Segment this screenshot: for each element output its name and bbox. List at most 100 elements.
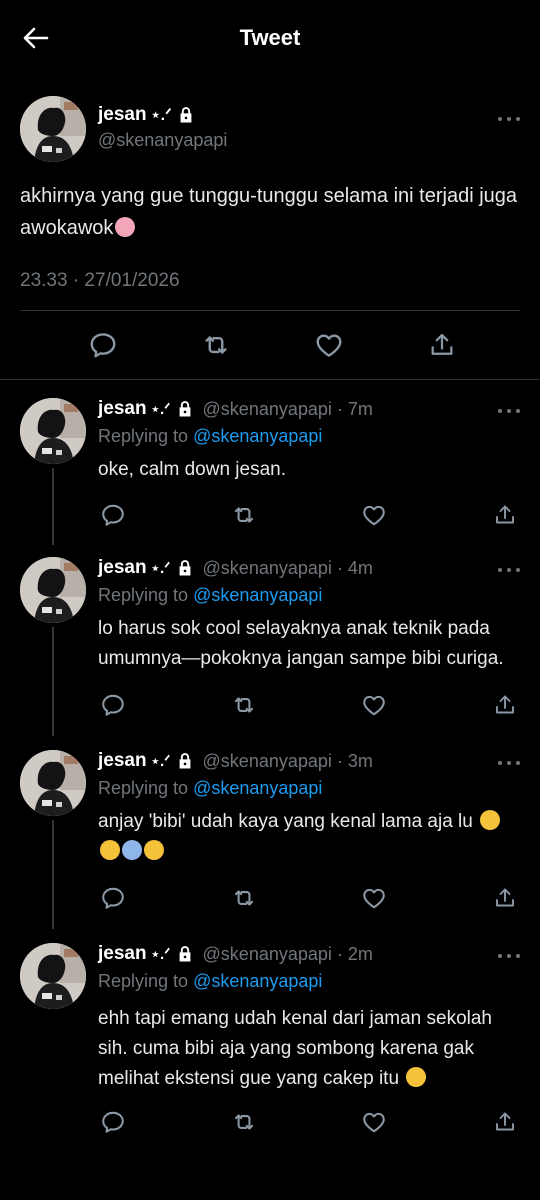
reply-tweet[interactable]: jesan ⋆.ᐟ @skenanyapapi · 7m Replying to … <box>0 380 540 545</box>
thread-line <box>52 468 54 545</box>
emoji <box>115 217 136 237</box>
tweet-actions <box>20 311 520 379</box>
retweet-icon <box>231 502 257 528</box>
share-icon <box>493 693 517 717</box>
reply-button[interactable] <box>98 1107 128 1137</box>
share-icon <box>428 331 456 359</box>
user-handle[interactable]: @skenanyapapi · 2m <box>203 944 373 965</box>
share-button[interactable] <box>490 883 520 913</box>
retweet-button[interactable] <box>229 500 259 530</box>
retweet-button[interactable] <box>229 690 259 720</box>
avatar[interactable] <box>20 750 86 816</box>
emoji <box>100 840 120 860</box>
reply-tweet[interactable]: jesan ⋆.ᐟ @skenanyapapi · 4m Replying to … <box>0 545 540 736</box>
display-name[interactable]: jesan ⋆.ᐟ <box>98 557 195 579</box>
avatar[interactable] <box>20 557 86 623</box>
emoji <box>122 840 142 860</box>
heart-icon <box>361 692 387 718</box>
replying-to: Replying to @skenanyapapi <box>98 585 323 605</box>
more-options-button[interactable] <box>498 951 520 961</box>
heart-icon <box>361 885 387 911</box>
comment-icon <box>100 692 126 718</box>
top-bar: Tweet <box>0 0 540 78</box>
display-name[interactable]: jesan ⋆.ᐟ <box>98 104 227 126</box>
heart-icon <box>361 502 387 528</box>
reply-button[interactable] <box>98 500 128 530</box>
like-button[interactable] <box>359 690 389 720</box>
tweet-text: oke, calm down jesan. <box>98 459 286 480</box>
retweet-icon <box>201 330 231 360</box>
avatar[interactable] <box>20 96 86 162</box>
tweet-text: lo harus sok cool selayaknya anak teknik… <box>98 618 504 669</box>
share-button[interactable] <box>422 325 462 365</box>
comment-icon <box>100 885 126 911</box>
more-icon <box>498 954 502 958</box>
replying-to: Replying to @skenanyapapi <box>98 778 323 798</box>
emoji <box>480 810 501 830</box>
emoji <box>144 840 164 860</box>
share-button[interactable] <box>490 1107 520 1137</box>
replying-to-link[interactable]: @skenanyapapi <box>193 585 322 605</box>
main-tweet: jesan ⋆.ᐟ @skenanyapapi akhirnya yang gue… <box>0 78 540 379</box>
replying-to-link[interactable]: @skenanyapapi <box>193 778 322 798</box>
share-button[interactable] <box>490 500 520 530</box>
lock-icon <box>175 944 195 964</box>
avatar[interactable] <box>20 943 86 1009</box>
page-title: Tweet <box>239 25 301 50</box>
tweet-actions <box>98 674 520 736</box>
replying-to: Replying to @skenanyapapi <box>98 971 323 991</box>
more-icon <box>498 117 502 121</box>
reply-tweet[interactable]: jesan ⋆.ᐟ @skenanyapapi · 2m Replying to … <box>0 929 540 1150</box>
tweet-text: akhirnya yang gue tunggu-tunggu selama i… <box>20 185 518 239</box>
like-button[interactable] <box>359 1107 389 1137</box>
tweet-text: anjay 'bibi' udah kaya yang kenal lama a… <box>98 807 520 867</box>
thread-line <box>52 820 54 929</box>
more-icon <box>498 409 502 413</box>
user-handle[interactable]: @skenanyapapi · 3m <box>203 751 373 772</box>
reply-button[interactable] <box>83 325 123 365</box>
tweet-actions <box>98 867 520 929</box>
tweet-actions <box>98 485 520 545</box>
user-handle[interactable]: @skenanyapapi · 7m <box>203 399 373 420</box>
avatar[interactable] <box>20 398 86 464</box>
retweet-button[interactable] <box>229 1107 259 1137</box>
share-icon <box>493 1110 517 1134</box>
thread-line <box>52 627 54 736</box>
tweet-actions <box>98 1094 520 1150</box>
replying-to-link[interactable]: @skenanyapapi <box>193 971 322 991</box>
like-button[interactable] <box>359 883 389 913</box>
tweet-text: ehh tapi emang udah kenal dari jaman sek… <box>98 1008 492 1089</box>
retweet-icon <box>231 692 257 718</box>
replying-to: Replying to @skenanyapapi <box>98 426 323 446</box>
share-icon <box>493 886 517 910</box>
share-button[interactable] <box>490 690 520 720</box>
more-icon <box>498 761 502 765</box>
more-options-button[interactable] <box>498 406 520 416</box>
retweet-button[interactable] <box>196 325 236 365</box>
display-name[interactable]: jesan ⋆.ᐟ <box>98 943 195 965</box>
retweet-button[interactable] <box>229 883 259 913</box>
tweet-timestamp[interactable]: 23.33 · 27/01/2026 <box>20 270 520 311</box>
like-button[interactable] <box>359 500 389 530</box>
reply-button[interactable] <box>98 690 128 720</box>
emoji <box>406 1067 427 1087</box>
display-name[interactable]: jesan ⋆.ᐟ <box>98 750 195 772</box>
heart-icon <box>314 330 344 360</box>
heart-icon <box>361 1109 387 1135</box>
user-handle[interactable]: @skenanyapapi · 4m <box>203 558 373 579</box>
lock-icon <box>175 751 195 771</box>
replying-to-link[interactable]: @skenanyapapi <box>193 426 322 446</box>
comment-icon <box>88 330 118 360</box>
lock-icon <box>176 105 196 125</box>
more-options-button[interactable] <box>498 758 520 768</box>
like-button[interactable] <box>309 325 349 365</box>
user-handle[interactable]: @skenanyapapi <box>98 130 227 151</box>
more-icon <box>498 568 502 572</box>
comment-icon <box>100 1109 126 1135</box>
display-name[interactable]: jesan ⋆.ᐟ <box>98 398 195 420</box>
retweet-icon <box>231 885 257 911</box>
more-options-button[interactable] <box>498 114 520 124</box>
more-options-button[interactable] <box>498 565 520 575</box>
reply-tweet[interactable]: jesan ⋆.ᐟ @skenanyapapi · 3m Replying to … <box>0 736 540 929</box>
reply-button[interactable] <box>98 883 128 913</box>
